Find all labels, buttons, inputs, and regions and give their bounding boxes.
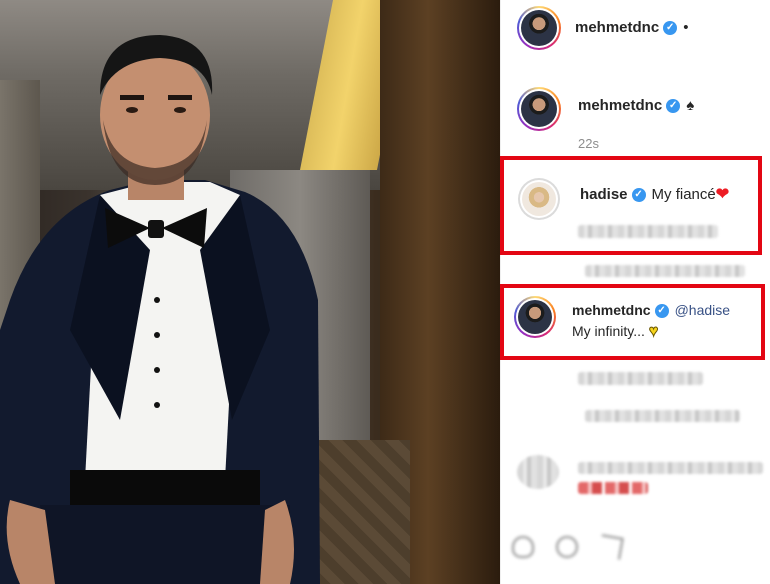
share-icon[interactable] <box>598 534 624 560</box>
blurred-commenter-name <box>578 462 763 474</box>
blurred-heart-emojis <box>578 482 648 494</box>
blurred-view-replies-2 <box>585 410 740 422</box>
caption-author-name[interactable]: mehmetdnc <box>578 97 662 114</box>
post-header-username[interactable]: mehmetdnc ✓ • <box>575 19 688 36</box>
blurred-view-replies <box>585 265 745 277</box>
caption-author-avatar[interactable] <box>517 87 561 131</box>
action-icons-row <box>512 534 624 560</box>
caption-username[interactable]: mehmetdnc ✓ ♠ <box>578 97 694 114</box>
blurred-commenter-avatar <box>517 455 559 489</box>
verified-badge-icon: ✓ <box>666 99 681 114</box>
caption-timestamp: 22s <box>578 136 599 151</box>
post-author-name[interactable]: mehmetdnc <box>575 19 659 36</box>
heart-icon[interactable] <box>512 536 534 558</box>
verified-badge-icon: ✓ <box>663 21 678 36</box>
header-dot: • <box>683 19 689 36</box>
comment-icon[interactable] <box>556 536 578 558</box>
man-in-tuxedo-illustration <box>0 35 320 584</box>
highlight-box-hadise-comment <box>500 156 762 255</box>
blurred-reply-meta <box>578 372 703 385</box>
highlight-box-reply <box>500 284 765 360</box>
spade-emoji: ♠ <box>686 97 695 114</box>
post-photo[interactable] <box>0 0 500 584</box>
post-author-avatar[interactable] <box>517 6 561 50</box>
